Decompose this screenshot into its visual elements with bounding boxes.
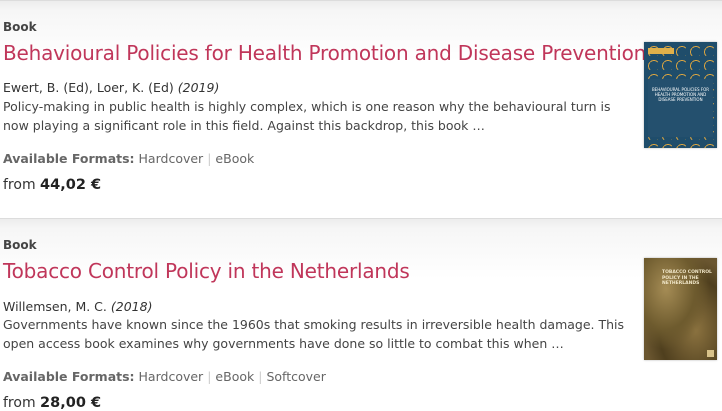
book-description: Governments have known since the 1960s t…: [3, 317, 625, 351]
search-result: Book Behavioural Policies for Health Pro…: [0, 0, 722, 218]
format-hardcover: Hardcover: [138, 369, 204, 384]
publication-year: (2018): [110, 299, 153, 314]
publisher-logo: [707, 350, 714, 357]
available-formats: Available Formats: Hardcover | eBook | Softc…: [3, 369, 326, 384]
price: from 44,02 €: [3, 177, 101, 193]
author-names: Willemsen, M. C.: [3, 299, 107, 314]
format-softcover: Softcover: [266, 369, 326, 384]
cover-title-text: TOBACCO CONTROL POLICY IN THE NETHERLAND…: [662, 270, 712, 286]
price-prefix: from: [3, 395, 36, 411]
author-names: Ewert, B. (Ed), Loer, K. (Ed): [3, 80, 174, 95]
content-type-label: Book: [3, 20, 37, 34]
price-value: 44,02 €: [40, 177, 102, 193]
book-title-link[interactable]: Behavioural Policies for Health Promotio…: [3, 41, 646, 65]
book-description: Policy-making in public health is highly…: [3, 99, 611, 133]
format-ebook: eBook: [215, 369, 255, 384]
publication-year: (2019): [177, 80, 220, 95]
content-type-label: Book: [3, 238, 37, 252]
available-formats: Available Formats: Hardcover | eBook: [3, 151, 255, 166]
book-title-link[interactable]: Tobacco Control Policy in the Netherland…: [3, 259, 410, 283]
authors: Willemsen, M. C. (2018): [3, 299, 152, 314]
search-result: Book Tobacco Control Policy in the Nethe…: [0, 218, 722, 411]
formats-label: Available Formats:: [3, 151, 135, 166]
format-ebook: eBook: [215, 151, 255, 166]
cover-title-text: BEHAVIOURAL POLICIES FOR HEALTH PROMOTIO…: [651, 87, 710, 102]
price: from 28,00 €: [3, 395, 101, 411]
price-prefix: from: [3, 177, 36, 193]
publisher-logo: [648, 48, 674, 54]
authors: Ewert, B. (Ed), Loer, K. (Ed) (2019): [3, 80, 219, 95]
formats-label: Available Formats:: [3, 369, 135, 384]
book-cover-image[interactable]: TOBACCO CONTROL POLICY IN THE NETHERLAND…: [644, 258, 717, 360]
price-value: 28,00 €: [40, 395, 102, 411]
book-cover-image[interactable]: BEHAVIOURAL POLICIES FOR HEALTH PROMOTIO…: [644, 42, 717, 148]
format-hardcover: Hardcover: [138, 151, 204, 166]
